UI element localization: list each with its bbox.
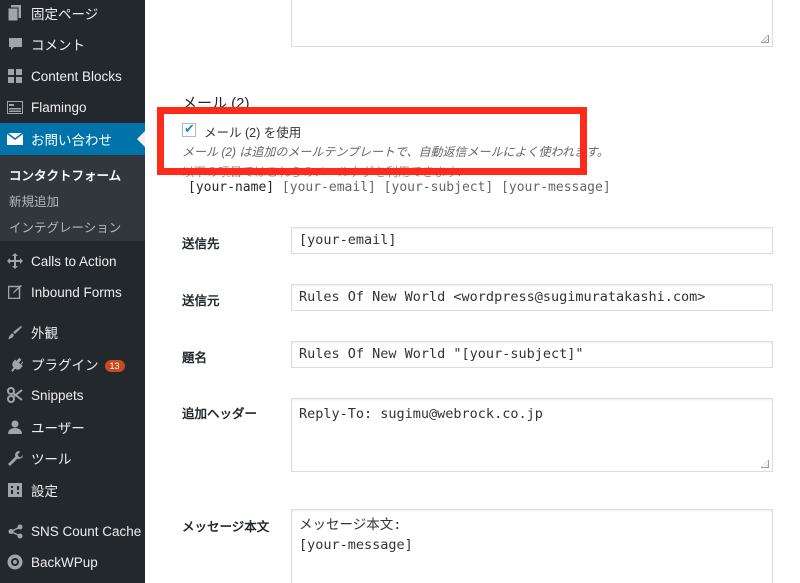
sidebar-item-calls-to-action[interactable]: Calls to Action [0, 245, 145, 277]
sidebar-item-label: Flamingo [31, 99, 87, 115]
snippets-icon [0, 387, 30, 403]
subject-field[interactable]: Rules Of New World "[your-subject]" [291, 341, 773, 368]
backwpup-icon [0, 554, 30, 570]
sidebar-item-label: ユーザー [31, 421, 85, 436]
from-field[interactable]: Rules Of New World <wordpress@sugimurata… [291, 284, 773, 311]
admin-sidebar: 固定ページ コメント Content Blocks Flamingo お問い合わ… [0, 0, 145, 583]
headers-value: Reply-To: sugimu@webrock.co.jp [299, 406, 543, 422]
sidebar-item-label: お問い合わせ [31, 133, 112, 148]
sidebar-item-comments[interactable]: コメント [0, 28, 145, 60]
sidebar-item-label: プラグイン 13 [31, 354, 125, 374]
sidebar-item-label: BackWPup [31, 554, 98, 570]
plugin-icon [0, 357, 30, 372]
body-textarea[interactable]: メッセージ本文: [your-message] -- [291, 509, 773, 583]
sidebar-item-users[interactable]: ユーザー [0, 411, 145, 443]
cta-icon [0, 253, 30, 269]
mail-tags-list: [your-name] [your-email] [your-subject] … [188, 180, 611, 195]
sidebar-item-sns-count-cache[interactable]: SNS Count Cache [0, 515, 145, 547]
subject-label: 題名 [182, 351, 208, 365]
mail-tag[interactable]: [your-email] [282, 180, 376, 195]
sidebar-item-appearance[interactable]: 外観 [0, 316, 145, 348]
tools-icon [0, 450, 30, 466]
headers-label: 追加ヘッダー [182, 407, 258, 421]
mail-tag[interactable]: [your-subject] [384, 180, 494, 195]
sidebar-item-snippets[interactable]: Snippets [0, 379, 145, 411]
contact-submenu: コンタクトフォーム 新規追加 インテグレーション [0, 155, 145, 241]
sidebar-item-content-blocks[interactable]: Content Blocks [0, 60, 145, 92]
submenu-integration[interactable]: インテグレーション [9, 217, 121, 236]
comment-icon [0, 37, 30, 51]
sidebar-item-label: 外観 [31, 326, 58, 341]
sidebar-item-label: ツール [31, 452, 72, 467]
settings-icon [0, 483, 30, 497]
submenu-contact-forms[interactable]: コンタクトフォーム [9, 165, 121, 184]
sidebar-item-label: SNS Count Cache [31, 523, 142, 539]
sidebar-item-label: Inbound Forms [31, 284, 122, 300]
sidebar-item-settings[interactable]: 設定 [0, 474, 145, 506]
from-label: 送信元 [182, 294, 220, 308]
sidebar-item-label: Snippets [31, 387, 84, 403]
resize-handle[interactable] [761, 460, 769, 468]
resize-handle[interactable] [761, 35, 769, 43]
sidebar-item-pages[interactable]: 固定ページ [0, 0, 145, 29]
mail-icon [0, 133, 30, 145]
sidebar-item-label: Content Blocks [31, 68, 122, 84]
update-count-badge: 13 [104, 360, 125, 373]
mail-tag[interactable]: [your-name] [188, 180, 274, 195]
sidebar-item-label: コメント [31, 38, 85, 53]
body-value: メッセージ本文: [your-message] -- [299, 517, 413, 583]
sidebar-item-plugins[interactable]: プラグイン 13 [0, 348, 145, 380]
appearance-icon [0, 325, 30, 340]
sidebar-item-label: Calls to Action [31, 253, 117, 269]
sidebar-item-backwpup[interactable]: BackWPup [0, 546, 145, 578]
page-icon [0, 5, 30, 21]
sidebar-item-tools[interactable]: ツール [0, 442, 145, 474]
body-label: メッセージ本文 [182, 520, 270, 534]
blocks-icon [0, 69, 30, 83]
sidebar-item-contact[interactable]: お問い合わせ [0, 123, 145, 155]
sidebar-item-flamingo[interactable]: Flamingo [0, 91, 145, 123]
mail-tag[interactable]: [your-message] [501, 180, 611, 195]
previous-textarea[interactable] [291, 0, 773, 47]
submenu-add-new[interactable]: 新規追加 [9, 191, 59, 210]
to-label: 送信先 [182, 237, 220, 251]
share-icon [0, 524, 30, 539]
sidebar-item-label: 固定ページ [31, 7, 99, 22]
forms-icon [0, 285, 30, 299]
sidebar-item-inbound-forms[interactable]: Inbound Forms [0, 276, 145, 308]
headers-textarea[interactable]: Reply-To: sugimu@webrock.co.jp [291, 398, 773, 472]
flamingo-icon [0, 100, 30, 114]
annotation-highlight-box [157, 107, 587, 175]
to-field[interactable]: [your-email] [291, 227, 773, 254]
sidebar-item-label: 設定 [31, 484, 58, 499]
user-icon [0, 420, 30, 434]
